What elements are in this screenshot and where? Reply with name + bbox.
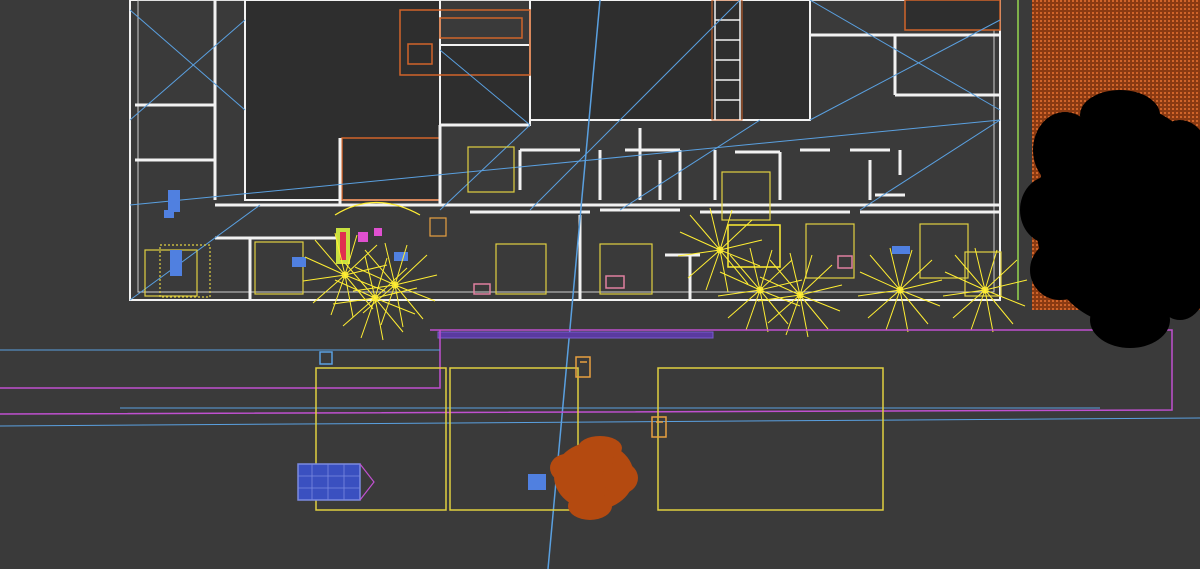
- 3d-viewport[interactable]: [0, 0, 1200, 569]
- hedge-row[interactable]: [437, 331, 714, 339]
- scene-canvas[interactable]: [0, 0, 1200, 569]
